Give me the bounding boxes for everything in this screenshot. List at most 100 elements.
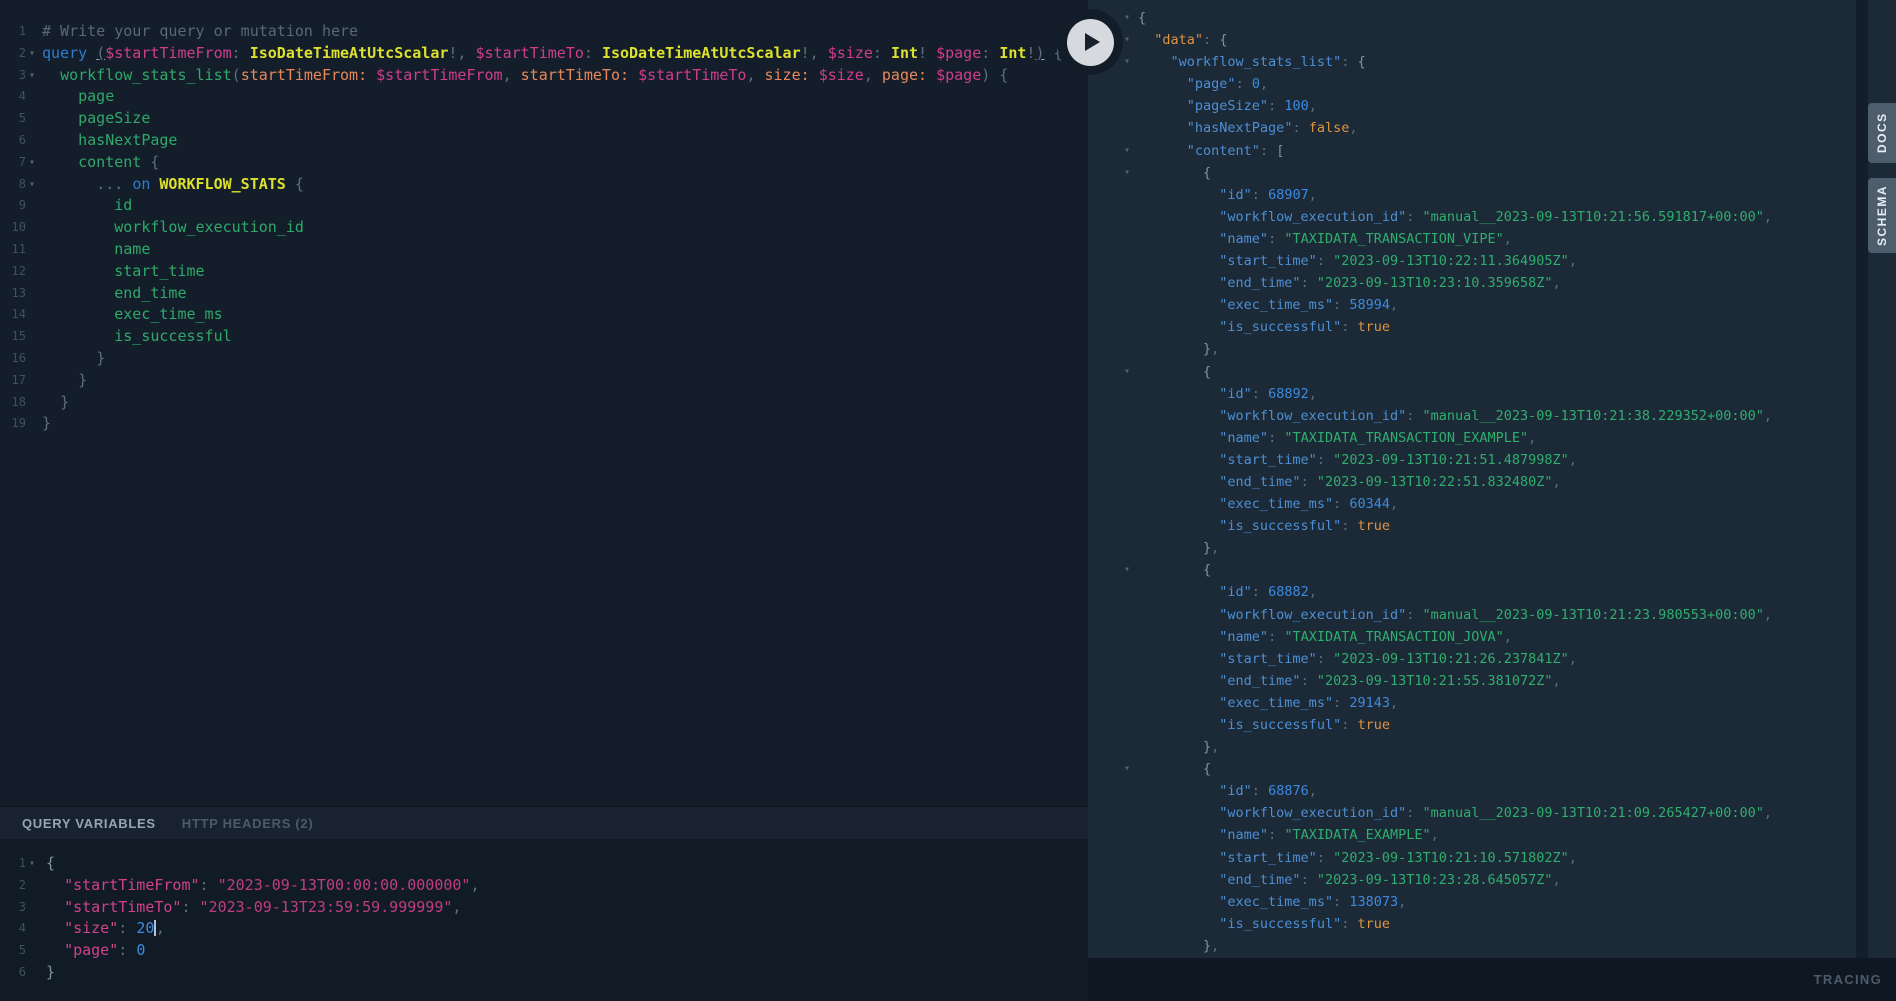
variable-line: 6} bbox=[0, 962, 1088, 984]
line-number: 12 bbox=[0, 261, 26, 283]
line-number: 18 bbox=[0, 392, 26, 414]
play-icon bbox=[1085, 33, 1100, 51]
execute-button[interactable] bbox=[1057, 9, 1123, 75]
line-number: 2 bbox=[0, 43, 26, 65]
tracing-toggle[interactable]: TRACING bbox=[1814, 972, 1882, 987]
response-line: "exec_time_ms": 138073, bbox=[1088, 891, 1896, 913]
response-line: "id": 68882, bbox=[1088, 581, 1896, 603]
response-line: ▾ "data": { bbox=[1088, 29, 1896, 51]
response-line: "start_time": "2023-09-13T10:21:26.23784… bbox=[1088, 648, 1896, 670]
query-line: 14 exec_time_ms bbox=[0, 304, 1088, 326]
tab-query-variables[interactable]: QUERY VARIABLES bbox=[22, 816, 156, 831]
response-line: ▾ { bbox=[1088, 559, 1896, 581]
fold-arrow[interactable]: ▾ bbox=[1124, 51, 1130, 73]
fold-arrow[interactable]: ▾ bbox=[1124, 7, 1130, 29]
response-line: ▾{ bbox=[1088, 7, 1896, 29]
response-line: "is_successful": true bbox=[1088, 714, 1896, 736]
line-number: 2 bbox=[0, 875, 26, 897]
query-line: 10 workflow_execution_id bbox=[0, 217, 1088, 239]
fold-arrow[interactable]: ▾ bbox=[29, 43, 35, 65]
line-number: 15 bbox=[0, 326, 26, 348]
line-number: 11 bbox=[0, 239, 26, 261]
response-line: "start_time": "2023-09-13T10:21:51.48799… bbox=[1088, 449, 1896, 471]
fold-arrow[interactable]: ▾ bbox=[29, 853, 35, 875]
response-line: }, bbox=[1088, 935, 1896, 957]
variable-line: 1▾{ bbox=[0, 853, 1088, 875]
response-line: "name": "TAXIDATA_EXAMPLE", bbox=[1088, 824, 1896, 846]
fold-arrow[interactable]: ▾ bbox=[1124, 162, 1130, 184]
query-line: 3▾ workflow_stats_list(startTimeFrom: $s… bbox=[0, 65, 1088, 87]
query-line: 6 hasNextPage bbox=[0, 130, 1088, 152]
query-line: 17 } bbox=[0, 370, 1088, 392]
fold-arrow[interactable]: ▾ bbox=[1124, 758, 1130, 780]
response-line: "id": 68876, bbox=[1088, 780, 1896, 802]
line-number: 3 bbox=[0, 65, 26, 87]
variable-line: 4 "size": 20, bbox=[0, 918, 1088, 940]
line-number: 13 bbox=[0, 283, 26, 305]
line-number: 1 bbox=[0, 853, 26, 875]
fold-arrow[interactable]: ▾ bbox=[29, 65, 35, 87]
response-line: }, bbox=[1088, 736, 1896, 758]
line-number: 3 bbox=[0, 897, 26, 919]
docs-tab[interactable]: DOCS bbox=[1868, 103, 1896, 163]
query-line: 7▾ content { bbox=[0, 152, 1088, 174]
response-pane: ▾{▾ "data": {▾ "workflow_stats_list": { … bbox=[1088, 0, 1896, 1001]
fold-arrow[interactable]: ▾ bbox=[1124, 29, 1130, 51]
line-number: 10 bbox=[0, 217, 26, 239]
scrollbar-track[interactable] bbox=[1856, 0, 1868, 958]
line-number: 16 bbox=[0, 348, 26, 370]
response-line: "is_successful": true bbox=[1088, 316, 1896, 338]
response-line: "exec_time_ms": 58994, bbox=[1088, 294, 1896, 316]
fold-arrow[interactable]: ▾ bbox=[1124, 140, 1130, 162]
response-line: "name": "TAXIDATA_TRANSACTION_EXAMPLE", bbox=[1088, 427, 1896, 449]
variables-editor[interactable]: 1▾{2 "startTimeFrom": "2023-09-13T00:00:… bbox=[0, 839, 1088, 1001]
response-line: ▾ { bbox=[1088, 162, 1896, 184]
query-line: 18 } bbox=[0, 392, 1088, 414]
query-pane: 1# Write your query or mutation here2▾qu… bbox=[0, 0, 1088, 1001]
fold-arrow[interactable]: ▾ bbox=[1124, 559, 1130, 581]
response-line: "id": 68907, bbox=[1088, 184, 1896, 206]
line-number: 7 bbox=[0, 152, 26, 174]
variable-line: 3 "startTimeTo": "2023-09-13T23:59:59.99… bbox=[0, 897, 1088, 919]
line-number: 14 bbox=[0, 304, 26, 326]
response-line: "end_time": "2023-09-13T10:21:55.381072Z… bbox=[1088, 670, 1896, 692]
response-line: "id": 68892, bbox=[1088, 383, 1896, 405]
line-number: 8 bbox=[0, 174, 26, 196]
response-line: "workflow_execution_id": "manual__2023-0… bbox=[1088, 802, 1896, 824]
query-line: 11 name bbox=[0, 239, 1088, 261]
query-line: 1# Write your query or mutation here bbox=[0, 21, 1088, 43]
query-line: 9 id bbox=[0, 195, 1088, 217]
query-line: 15 is_successful bbox=[0, 326, 1088, 348]
tab-http-headers[interactable]: HTTP HEADERS (2) bbox=[182, 816, 314, 831]
execute-button-face bbox=[1067, 19, 1114, 66]
response-line: "start_time": "2023-09-13T10:22:11.36490… bbox=[1088, 250, 1896, 272]
query-line: 5 pageSize bbox=[0, 108, 1088, 130]
response-line: ▾ "workflow_stats_list": { bbox=[1088, 51, 1896, 73]
line-number: 1 bbox=[0, 21, 26, 43]
query-line: 12 start_time bbox=[0, 261, 1088, 283]
response-line: ▾ { bbox=[1088, 361, 1896, 383]
query-line: 13 end_time bbox=[0, 283, 1088, 305]
query-line: 8▾ ... on WORKFLOW_STATS { bbox=[0, 174, 1088, 196]
tracing-bar: TRACING bbox=[1088, 958, 1896, 1001]
fold-arrow[interactable]: ▾ bbox=[29, 174, 35, 196]
line-number: 4 bbox=[0, 918, 26, 940]
response-line: ▾ { bbox=[1088, 758, 1896, 780]
response-line: "page": 0, bbox=[1088, 73, 1896, 95]
line-number: 5 bbox=[0, 940, 26, 962]
line-number: 6 bbox=[0, 130, 26, 152]
fold-arrow[interactable]: ▾ bbox=[1124, 361, 1130, 383]
response-line: "end_time": "2023-09-13T10:22:51.832480Z… bbox=[1088, 471, 1896, 493]
variables-header: QUERY VARIABLES HTTP HEADERS (2) bbox=[0, 806, 1088, 839]
response-line: }, bbox=[1088, 338, 1896, 360]
response-line: "workflow_execution_id": "manual__2023-0… bbox=[1088, 206, 1896, 228]
query-line: 16 } bbox=[0, 348, 1088, 370]
fold-arrow[interactable]: ▾ bbox=[29, 152, 35, 174]
response-line: ▾ "content": [ bbox=[1088, 140, 1896, 162]
schema-tab[interactable]: SCHEMA bbox=[1868, 178, 1896, 253]
line-number: 9 bbox=[0, 195, 26, 217]
line-number: 6 bbox=[0, 962, 26, 984]
response-line: "is_successful": true bbox=[1088, 913, 1896, 935]
query-line: 2▾query ($startTimeFrom: IsoDateTimeAtUt… bbox=[0, 43, 1088, 65]
query-editor[interactable]: 1# Write your query or mutation here2▾qu… bbox=[0, 0, 1088, 806]
